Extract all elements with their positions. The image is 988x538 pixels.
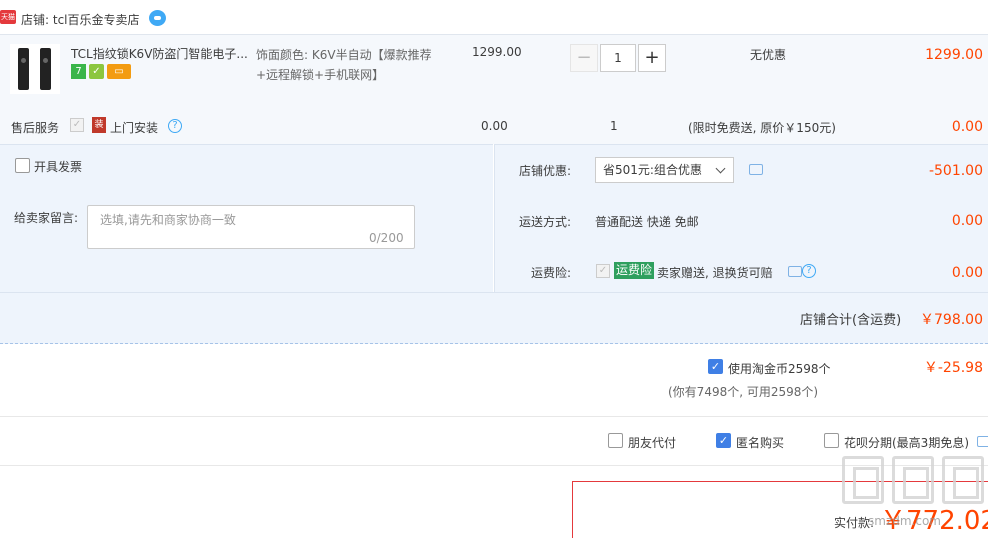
product-thumbnail[interactable] [10,44,60,94]
install-service-label: 上门安装 [110,121,159,135]
sku-info: 饰面颜色: K6V半自动【爆款推荐+远程解锁+手机联网】 [256,48,432,82]
help-icon[interactable]: ? [802,264,816,278]
comment-icon[interactable] [788,266,802,277]
chevron-down-icon [715,163,726,174]
watermark-glyph [892,456,934,504]
invoice-label[interactable]: 开具发票 [34,158,82,175]
anonymous-label[interactable]: 匿名购买 [736,434,784,451]
friend-pay-checkbox[interactable] [608,433,623,448]
message-label: 给卖家留言: [14,211,79,225]
help-icon[interactable]: ? [168,119,182,133]
smzdm-watermark: smzdm.com [842,456,988,538]
service-price: 0.00 [481,119,508,133]
watermark-text: smzdm.com [868,514,941,528]
product-title[interactable]: TCL指纹锁K6V防盗门智能电子... [71,45,248,62]
after-sales-label: 售后服务 [11,121,60,135]
friend-pay-label[interactable]: 朋友代付 [628,434,676,451]
huabei-checkbox[interactable] [824,433,839,448]
divider [0,465,988,466]
service-note: (限时免费送, 原价￥150元) [688,121,836,135]
insurance-checkbox[interactable]: ✓ [596,264,610,278]
shipping-method: 普通配送 快递 免邮 [595,215,699,229]
quantity-increase-button[interactable]: + [638,44,666,72]
watermark-glyph [842,456,884,504]
credit-card-icon[interactable]: ▭ [107,64,131,79]
coins-checkbox[interactable]: ✓ [708,359,723,374]
shop-total-value: ￥798.00 [920,312,983,328]
shop-discount-select[interactable]: 省501元:组合优惠 [595,157,734,183]
after-sales-checkbox[interactable]: ✓ [70,118,84,132]
insurance-price: 0.00 [951,265,983,281]
divider [0,416,988,417]
coins-label[interactable]: 使用淘金币2598个 [728,360,831,377]
shop-total-label: 店铺合计(含运费) [800,313,902,328]
service-subtotal: 0.00 [951,119,983,135]
quantity-decrease-button[interactable]: − [570,44,598,72]
item-subtotal: 1299.00 [925,47,983,63]
insurance-badge: 运费险 [614,262,655,279]
coins-note: (你有7498个, 可用2598个) [668,385,819,399]
watermark-glyph [942,456,984,504]
unit-price: 1299.00 [472,45,522,59]
coins-value: ￥-25.98 [923,360,983,376]
shop-discount-label: 店铺优惠: [518,164,571,178]
service-icons: 7 ✓ ▭ [71,64,131,79]
shop-discount-selected: 省501元:组合优惠 [603,163,702,177]
lock-image-right [40,48,51,90]
quantity-input[interactable]: 1 [600,44,636,72]
message-placeholder: 选填,请先和商家协商一致 [100,213,236,227]
insurance-label: 运费险: [530,266,571,280]
huabei-label[interactable]: 花呗分期(最高3期免息) [844,434,969,451]
anonymous-checkbox[interactable]: ✓ [716,433,731,448]
service-quantity: 1 [610,119,618,133]
tmall-badge: 天猫 [0,10,16,24]
message-char-count: 0/200 [369,231,404,245]
shield-icon[interactable]: ✓ [89,64,104,79]
item-discount: 无优惠 [750,48,787,62]
shop-discount-value: -501.00 [928,163,983,179]
comment-icon[interactable] [977,436,988,447]
shop-name[interactable]: 店铺: tcl百乐金专卖店 [21,11,140,28]
shipping-label: 运送方式: [518,215,571,229]
lock-image-left [18,48,29,90]
seven-day-return-icon[interactable]: 7 [71,64,86,79]
wangwang-chat-icon[interactable] [149,10,166,26]
insurance-text: 卖家赠送, 退换货可赔 [657,266,773,280]
install-service-icon: 装 [92,117,106,133]
shipping-price: 0.00 [951,213,983,229]
comment-icon[interactable] [749,164,763,175]
invoice-checkbox[interactable] [15,158,30,173]
